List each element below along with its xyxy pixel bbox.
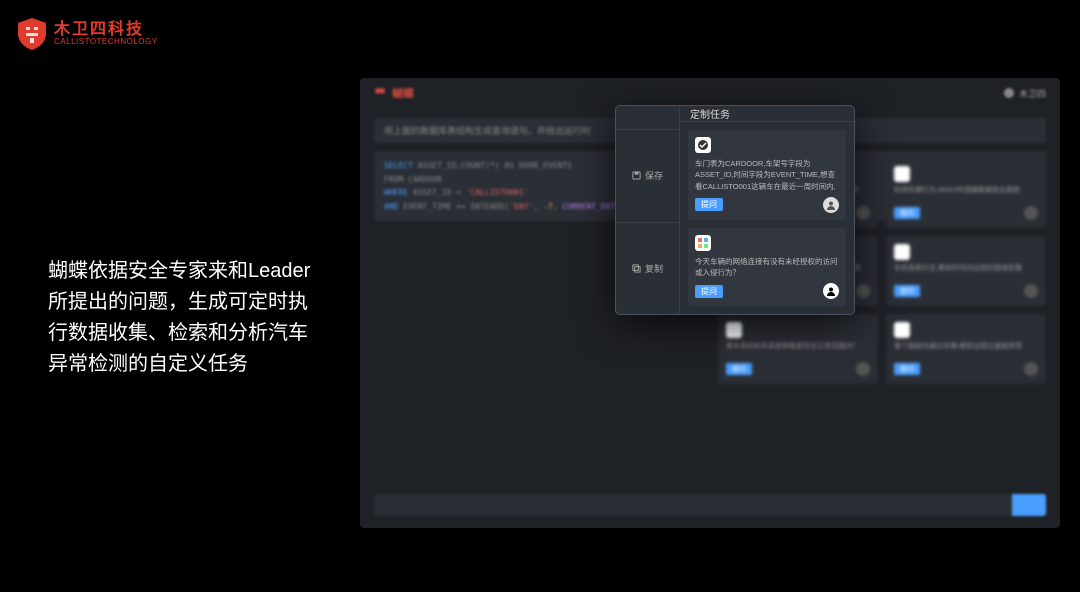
task-card[interactable]: 某个路段内通过车辆,哪些出现过速度异常提问 (886, 314, 1046, 384)
task-icon (695, 235, 711, 251)
avatar-icon (823, 197, 839, 213)
app-brand: 蝴蝶 (374, 85, 414, 101)
search-bar (374, 494, 1046, 516)
app-header: 蝴蝶 木卫四 (360, 78, 1060, 108)
search-input[interactable] (374, 494, 1012, 516)
send-button[interactable] (1012, 494, 1046, 516)
logo-en: CALLISTOTECHNOLOGY (54, 38, 158, 47)
popup-task-card[interactable]: 今天车辆的网络连接有没有未经授权的访问或入侵行为？ 提问 (688, 228, 846, 307)
ask-button[interactable]: 提问 (695, 198, 723, 211)
task-card[interactable]: 检测车辆行为,ADAS传感器数据变化趋势提问 (886, 158, 1046, 228)
popup-title: 定制任务 (680, 106, 854, 122)
save-icon (632, 171, 641, 180)
custom-task-popup: 保存 复制 定制任务 车门表为CARDOOR,车架号字段为ASSET_ID,时间… (616, 106, 854, 314)
avatar-icon (1004, 88, 1014, 98)
avatar-icon (856, 206, 870, 220)
butterfly-icon (374, 87, 386, 99)
brand-logo: 木卫四科技 CALLISTOTECHNOLOGY (18, 18, 158, 50)
task-card[interactable]: 车机系统日志,某段时间内出现的错误告警提问 (886, 236, 1046, 306)
avatar-icon (823, 283, 839, 299)
user-chip[interactable]: 木卫四 (1004, 87, 1046, 100)
task-icon (695, 137, 711, 153)
slide-caption: 蝴蝶依据安全专家来和Leader所提出的问题，生成可定时执行数据收集、检索和分析… (48, 256, 318, 380)
save-action[interactable]: 保存 (616, 130, 679, 223)
copy-icon (632, 264, 641, 273)
shield-icon (18, 18, 46, 50)
popup-task-card[interactable]: 车门表为CARDOOR,车架号字段为ASSET_ID,时间字段为EVENT_TI… (688, 130, 846, 220)
logo-cn: 木卫四科技 (54, 21, 158, 39)
copy-action[interactable]: 复制 (616, 223, 679, 315)
ask-button[interactable]: 提问 (695, 285, 723, 298)
task-card[interactable]: 某车系的刹车系统参数是否在正常范围内？提问 (718, 314, 878, 384)
